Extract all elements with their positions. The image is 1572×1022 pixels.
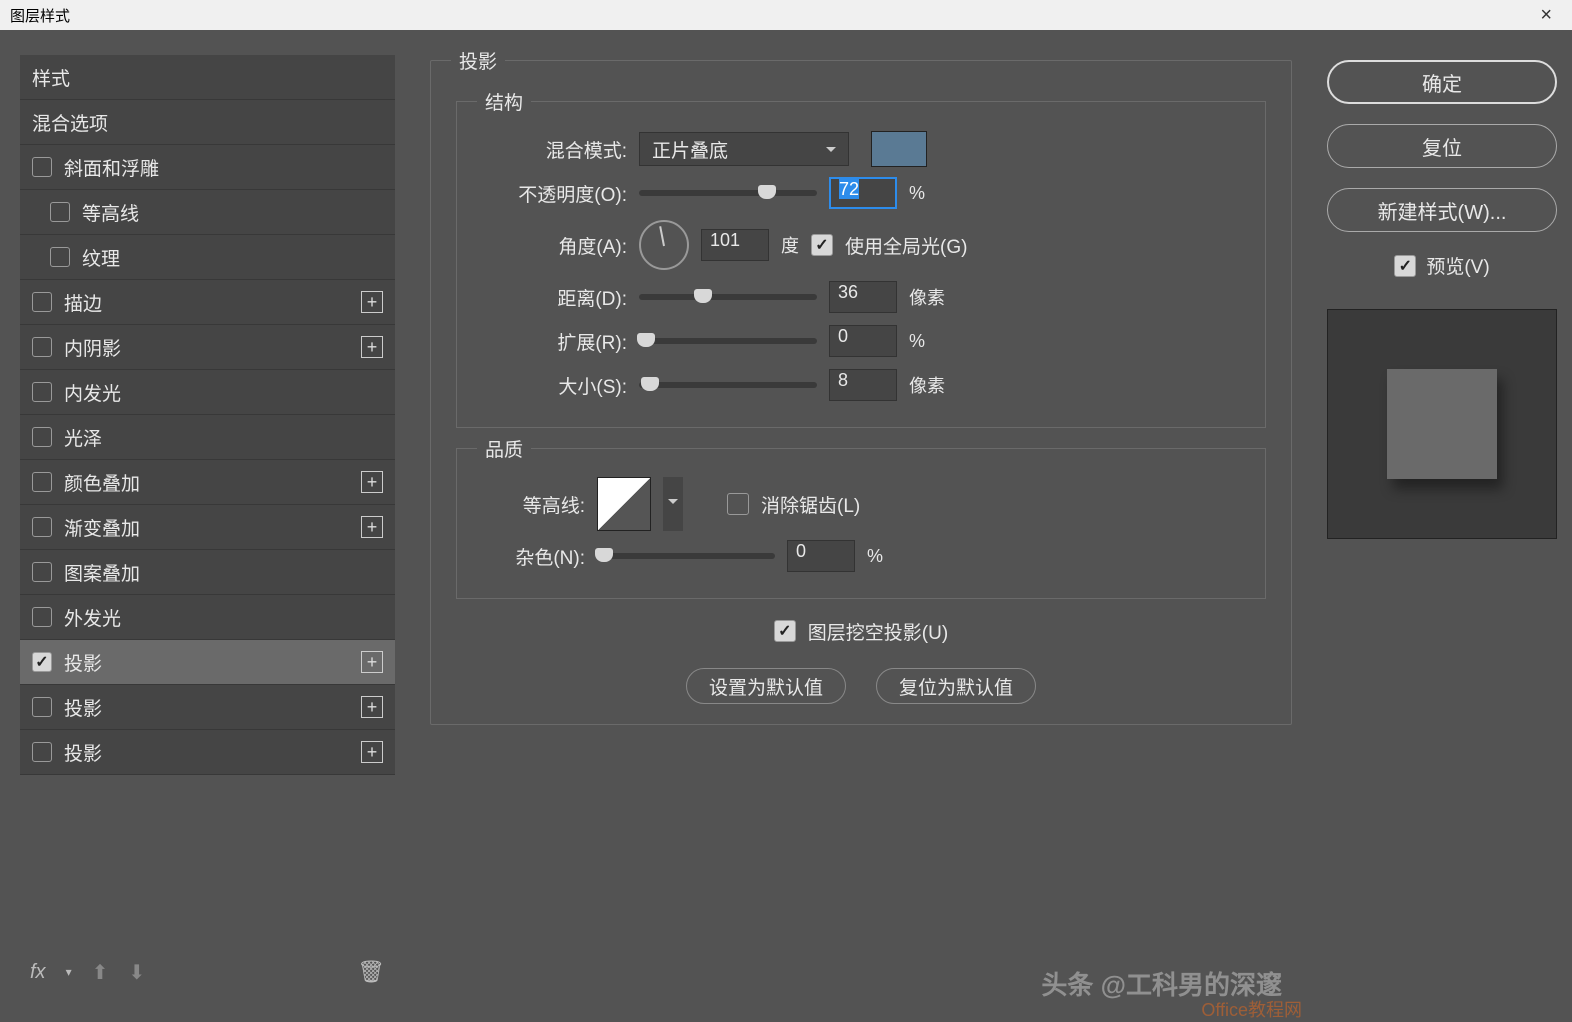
noise-input[interactable]: 0 xyxy=(787,540,855,572)
cancel-button[interactable]: 复位 xyxy=(1327,124,1557,168)
reset-default-button[interactable]: 复位为默认值 xyxy=(876,668,1036,704)
size-label: 大小(S): xyxy=(477,372,627,399)
global-light-label: 使用全局光(G) xyxy=(845,232,967,259)
checkbox-icon[interactable] xyxy=(32,607,52,627)
noise-slider[interactable] xyxy=(597,553,775,559)
opacity-input[interactable]: 72 xyxy=(829,177,897,209)
window-title: 图层样式 xyxy=(10,5,70,26)
checkbox-icon[interactable] xyxy=(50,202,70,222)
checkbox-icon[interactable] xyxy=(32,562,52,582)
checkbox-icon[interactable] xyxy=(32,472,52,492)
preview-checkbox[interactable] xyxy=(1394,255,1416,277)
sidebar-item-drop-shadow-3[interactable]: 投影 + xyxy=(20,730,395,775)
quality-legend: 品质 xyxy=(477,435,531,462)
checkbox-icon[interactable] xyxy=(32,697,52,717)
watermark-text: 头条 @工科男的深邃 xyxy=(1041,965,1282,1002)
panel-title: 投影 xyxy=(451,47,505,74)
knockout-label: 图层挖空投影(U) xyxy=(808,618,948,645)
angle-dial[interactable] xyxy=(639,220,689,270)
contour-picker[interactable] xyxy=(597,477,651,531)
sidebar-header-styles[interactable]: 样式 xyxy=(20,55,395,100)
arrow-up-icon[interactable]: ⬆ xyxy=(92,960,109,985)
titlebar: 图层样式 × xyxy=(0,0,1572,30)
sidebar-item-satin[interactable]: 光泽 xyxy=(20,415,395,460)
blend-mode-dropdown[interactable]: 正片叠底 xyxy=(639,132,849,166)
add-icon[interactable]: + xyxy=(361,471,383,493)
spread-unit: % xyxy=(909,331,925,352)
checkbox-icon[interactable] xyxy=(32,337,52,357)
distance-label: 距离(D): xyxy=(477,284,627,311)
distance-slider[interactable] xyxy=(639,294,817,300)
antialias-label: 消除锯齿(L) xyxy=(761,491,860,518)
blend-mode-label: 混合模式: xyxy=(477,136,627,163)
knockout-checkbox[interactable] xyxy=(774,620,796,642)
add-icon[interactable]: + xyxy=(361,696,383,718)
sidebar-item-texture[interactable]: 纹理 xyxy=(20,235,395,280)
sidebar-item-outer-glow[interactable]: 外发光 xyxy=(20,595,395,640)
ok-button[interactable]: 确定 xyxy=(1327,60,1557,104)
trash-icon[interactable]: 🗑 xyxy=(357,959,385,985)
sidebar-item-inner-glow[interactable]: 内发光 xyxy=(20,370,395,415)
size-unit: 像素 xyxy=(909,372,945,398)
contour-label: 等高线: xyxy=(477,491,585,518)
checkbox-icon[interactable] xyxy=(32,427,52,447)
spread-input[interactable]: 0 xyxy=(829,325,897,357)
sidebar-item-stroke[interactable]: 描边 + xyxy=(20,280,395,325)
checkbox-icon[interactable] xyxy=(32,742,52,762)
spread-label: 扩展(R): xyxy=(477,328,627,355)
sidebar-item-drop-shadow[interactable]: 投影 + xyxy=(20,640,395,685)
sidebar-item-gradient-overlay[interactable]: 渐变叠加 + xyxy=(20,505,395,550)
sidebar-item-color-overlay[interactable]: 颜色叠加 + xyxy=(20,460,395,505)
arrow-down-icon[interactable]: ⬇ xyxy=(128,960,145,985)
watermark-text-2: Office教程网 xyxy=(1201,996,1302,1022)
opacity-label: 不透明度(O): xyxy=(477,180,627,207)
make-default-button[interactable]: 设置为默认值 xyxy=(686,668,846,704)
styles-sidebar: 样式 混合选项 斜面和浮雕 等高线 纹理 描边 + xyxy=(0,30,410,1012)
angle-input[interactable]: 101 xyxy=(701,229,769,261)
close-icon[interactable]: × xyxy=(1530,4,1562,27)
angle-unit: 度 xyxy=(781,232,799,258)
sidebar-item-pattern-overlay[interactable]: 图案叠加 xyxy=(20,550,395,595)
opacity-unit: % xyxy=(909,183,925,204)
preview-label: 预览(V) xyxy=(1426,252,1489,279)
add-icon[interactable]: + xyxy=(361,336,383,358)
add-icon[interactable]: + xyxy=(361,741,383,763)
action-panel: 确定 复位 新建样式(W)... 预览(V) xyxy=(1312,30,1572,1012)
preview-box xyxy=(1327,309,1557,539)
shadow-color-swatch[interactable] xyxy=(871,131,927,167)
noise-label: 杂色(N): xyxy=(477,543,585,570)
checkbox-icon[interactable] xyxy=(32,652,52,672)
size-slider[interactable] xyxy=(639,382,817,388)
checkbox-icon[interactable] xyxy=(32,157,52,177)
size-input[interactable]: 8 xyxy=(829,369,897,401)
preview-swatch xyxy=(1387,369,1497,479)
noise-unit: % xyxy=(867,546,883,567)
add-icon[interactable]: + xyxy=(361,651,383,673)
angle-label: 角度(A): xyxy=(477,232,627,259)
fx-menu-button[interactable]: fx xyxy=(30,961,46,984)
checkbox-icon[interactable] xyxy=(32,382,52,402)
new-style-button[interactable]: 新建样式(W)... xyxy=(1327,188,1557,232)
chevron-down-icon[interactable]: ▾ xyxy=(66,965,72,979)
distance-input[interactable]: 36 xyxy=(829,281,897,313)
sidebar-item-contour[interactable]: 等高线 xyxy=(20,190,395,235)
opacity-slider[interactable] xyxy=(639,190,817,196)
sidebar-item-drop-shadow-2[interactable]: 投影 + xyxy=(20,685,395,730)
structure-legend: 结构 xyxy=(477,88,531,115)
antialias-checkbox[interactable] xyxy=(727,493,749,515)
sidebar-item-bevel[interactable]: 斜面和浮雕 xyxy=(20,145,395,190)
sidebar-header-blend[interactable]: 混合选项 xyxy=(20,100,395,145)
distance-unit: 像素 xyxy=(909,284,945,310)
checkbox-icon[interactable] xyxy=(32,292,52,312)
sidebar-item-inner-shadow[interactable]: 内阴影 + xyxy=(20,325,395,370)
add-icon[interactable]: + xyxy=(361,516,383,538)
settings-panel: 投影 结构 混合模式: 正片叠底 不透明度(O): xyxy=(410,30,1312,1012)
contour-dropdown-icon[interactable] xyxy=(663,477,683,531)
global-light-checkbox[interactable] xyxy=(811,234,833,256)
checkbox-icon[interactable] xyxy=(50,247,70,267)
spread-slider[interactable] xyxy=(639,338,817,344)
checkbox-icon[interactable] xyxy=(32,517,52,537)
add-icon[interactable]: + xyxy=(361,291,383,313)
